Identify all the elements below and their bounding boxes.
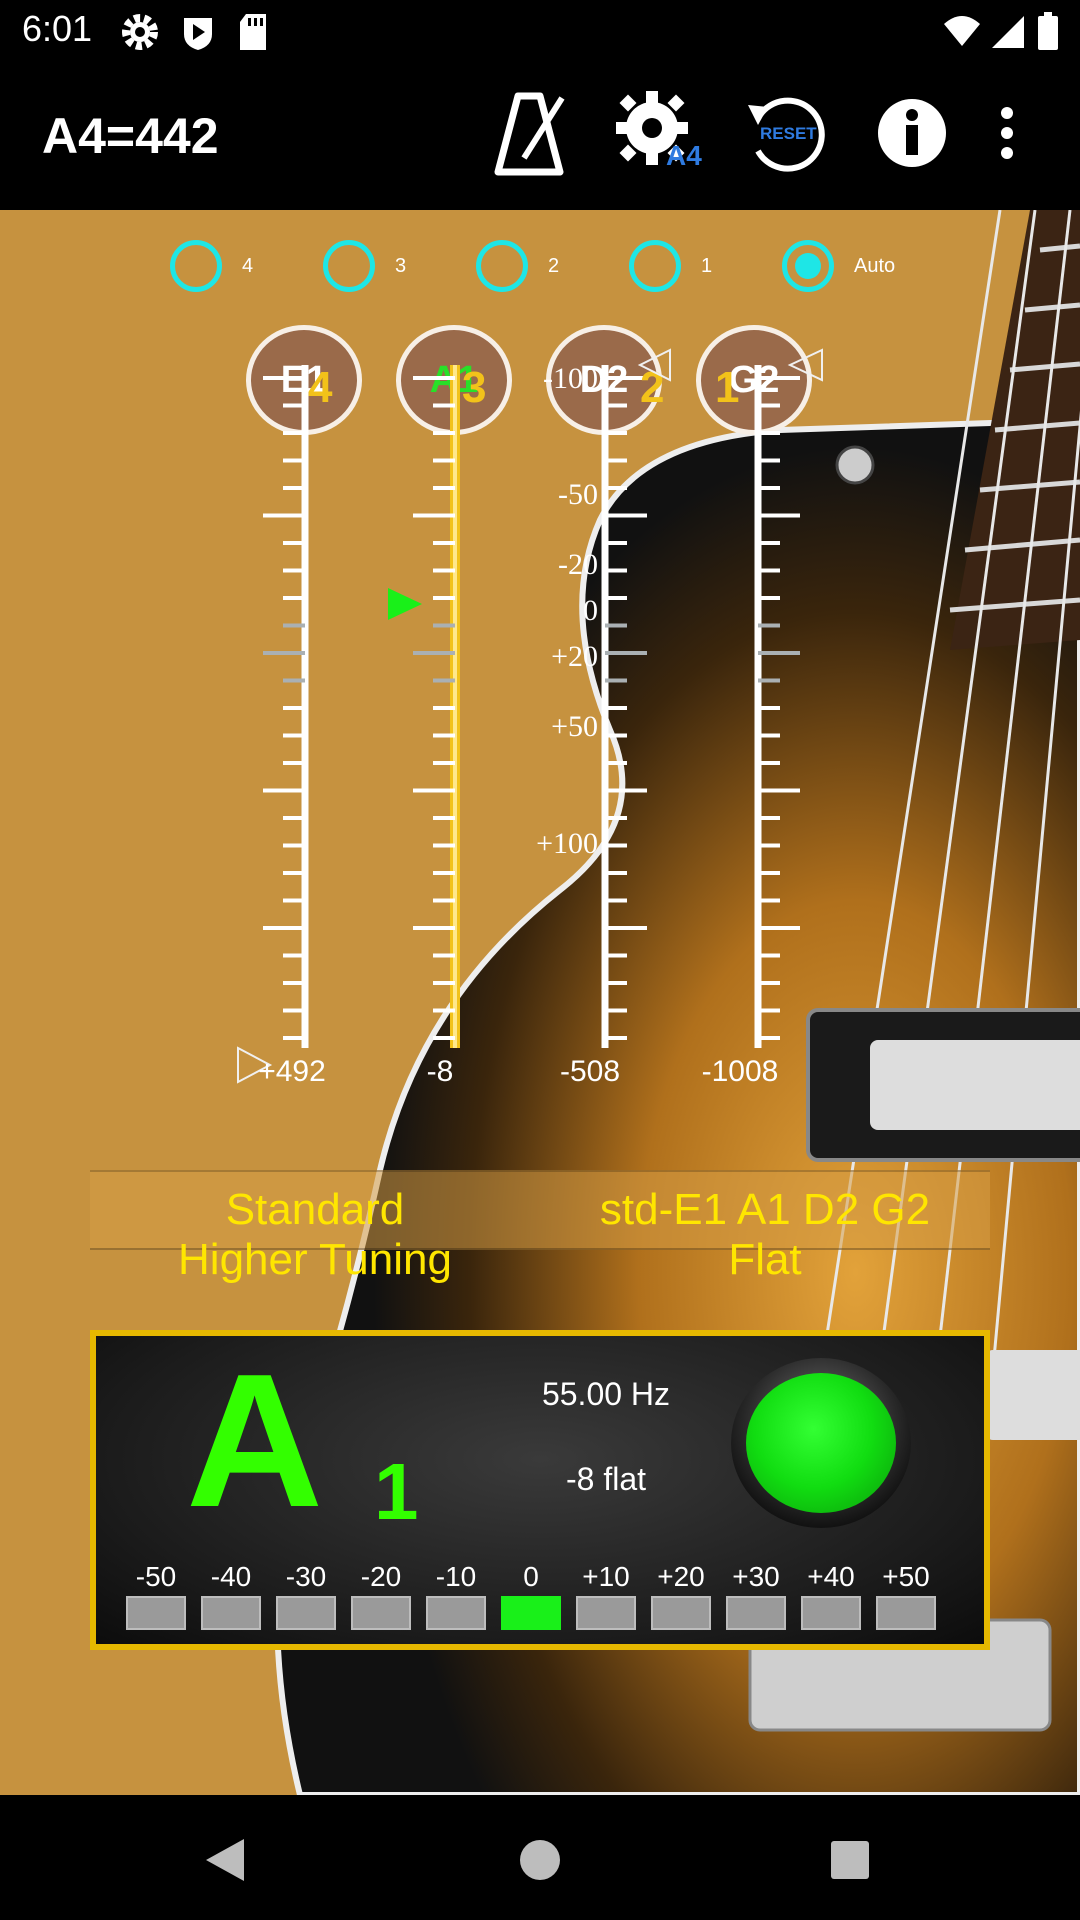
scale-tick-label: -20 xyxy=(360,1561,402,1592)
scale-tick-label: -50 xyxy=(135,1561,177,1592)
wifi-icon xyxy=(942,12,982,57)
tuning-mode[interactable]: Higher Tuning xyxy=(115,1235,515,1285)
cents-scale-labels: -100 -50 -20 0 +20 +50 +100 xyxy=(536,362,598,860)
pitch-pointer xyxy=(388,588,422,620)
scale-segment xyxy=(351,1596,411,1630)
scale-tick-label: 0 xyxy=(523,1561,539,1592)
tuning-name: Standard xyxy=(225,1185,405,1234)
settings-a4-button[interactable]: A4 xyxy=(610,83,710,183)
meter-e1: 4 xyxy=(237,363,333,1084)
cell-signal-icon xyxy=(990,12,1026,57)
scale-segment xyxy=(276,1596,336,1630)
tuner-main: 4 3 2 1 Auto E1 A1 D2 G2 4 3 xyxy=(0,210,1080,1795)
scale-segment xyxy=(876,1596,936,1630)
scale-label: -100 xyxy=(543,362,598,395)
meter-a1: 3 xyxy=(388,363,486,1048)
sd-card-icon xyxy=(236,12,270,57)
settings-a4-badge: A4 xyxy=(666,140,702,171)
string-number-3: 3 xyxy=(462,363,486,412)
scale-segment xyxy=(501,1596,561,1630)
scale-label: +100 xyxy=(536,827,598,860)
info-button[interactable] xyxy=(862,83,962,183)
scale-segment xyxy=(651,1596,711,1630)
metronome-button[interactable] xyxy=(482,83,582,183)
navigation-bar xyxy=(0,1795,1080,1920)
scale-label: -50 xyxy=(558,478,598,511)
overflow-menu-button[interactable] xyxy=(972,83,1042,183)
reset-button[interactable]: RESET xyxy=(736,83,836,183)
string-meters: 4 3 2 1 -100 -50 -20 0 +20 +50 +100 xyxy=(237,348,823,1084)
gear-icon xyxy=(120,12,160,57)
accidental-mode[interactable]: Flat xyxy=(565,1235,965,1285)
readout-d2: -508 xyxy=(559,1055,621,1088)
info-icon xyxy=(878,99,946,167)
app-bar: A4=442 A4 RESET xyxy=(0,63,1080,210)
scale-segment xyxy=(426,1596,486,1630)
settings-a4-icon: A4 xyxy=(616,91,702,171)
recents-icon xyxy=(831,1841,869,1879)
scale-label: +20 xyxy=(551,640,598,673)
cents-readout: -8 flat xyxy=(565,1461,647,1497)
detected-octave: 1 xyxy=(374,1447,419,1536)
scale-label: -20 xyxy=(558,548,598,581)
lamp-light xyxy=(746,1373,896,1513)
readout-e1: +492 xyxy=(258,1055,326,1088)
scale-segment xyxy=(726,1596,786,1630)
scale-segment xyxy=(201,1596,261,1630)
meter-g2: 1 xyxy=(715,348,823,1048)
reset-badge: RESET xyxy=(760,124,817,143)
app-title: A4=442 xyxy=(42,108,219,164)
scale-tick-label: +40 xyxy=(807,1561,855,1592)
scale-tick-label: +50 xyxy=(882,1561,930,1592)
home-button[interactable] xyxy=(505,1825,575,1895)
scale-label: +50 xyxy=(551,710,598,743)
frequency-readout: 55.00 Hz xyxy=(541,1376,671,1412)
scale-tick-label: -40 xyxy=(210,1561,252,1592)
scale-segment xyxy=(801,1596,861,1630)
scale-segment xyxy=(576,1596,636,1630)
status-bar: 6:01 xyxy=(0,0,1080,63)
status-time: 6:01 xyxy=(22,8,93,49)
tuner-display: A 1 55.00 Hz -8 flat -50 -40 -30 -20 -10 0 +10… xyxy=(90,1330,990,1650)
readout-a1: -8 xyxy=(426,1055,454,1088)
scale-tick-label: +10 xyxy=(582,1561,630,1592)
scale-label: 0 xyxy=(583,594,598,627)
scale-tick-label: -10 xyxy=(435,1561,477,1592)
tuning-notes: std-E1 A1 D2 G2 xyxy=(599,1185,931,1234)
metronome-icon xyxy=(494,92,565,176)
readout-g2: -1008 xyxy=(701,1055,779,1088)
home-icon xyxy=(520,1840,560,1880)
string-number-1: 1 xyxy=(715,363,739,412)
overflow-menu-icon xyxy=(1001,107,1013,159)
scale-segment xyxy=(126,1596,186,1630)
detected-note: A xyxy=(186,1335,324,1547)
recents-button[interactable] xyxy=(815,1825,885,1895)
scale-tick-label: +20 xyxy=(657,1561,705,1592)
play-shield-icon xyxy=(178,12,218,57)
scale-tick-label: +30 xyxy=(732,1561,780,1592)
string-number-4: 4 xyxy=(308,363,333,412)
back-button[interactable] xyxy=(190,1825,260,1895)
battery-icon xyxy=(1036,12,1060,57)
reset-icon: RESET xyxy=(748,97,825,172)
back-icon xyxy=(206,1839,244,1881)
meter-d2: 2 xyxy=(601,348,671,1048)
in-tune-lamp xyxy=(731,1358,911,1528)
scale-tick-label: -30 xyxy=(285,1561,327,1592)
